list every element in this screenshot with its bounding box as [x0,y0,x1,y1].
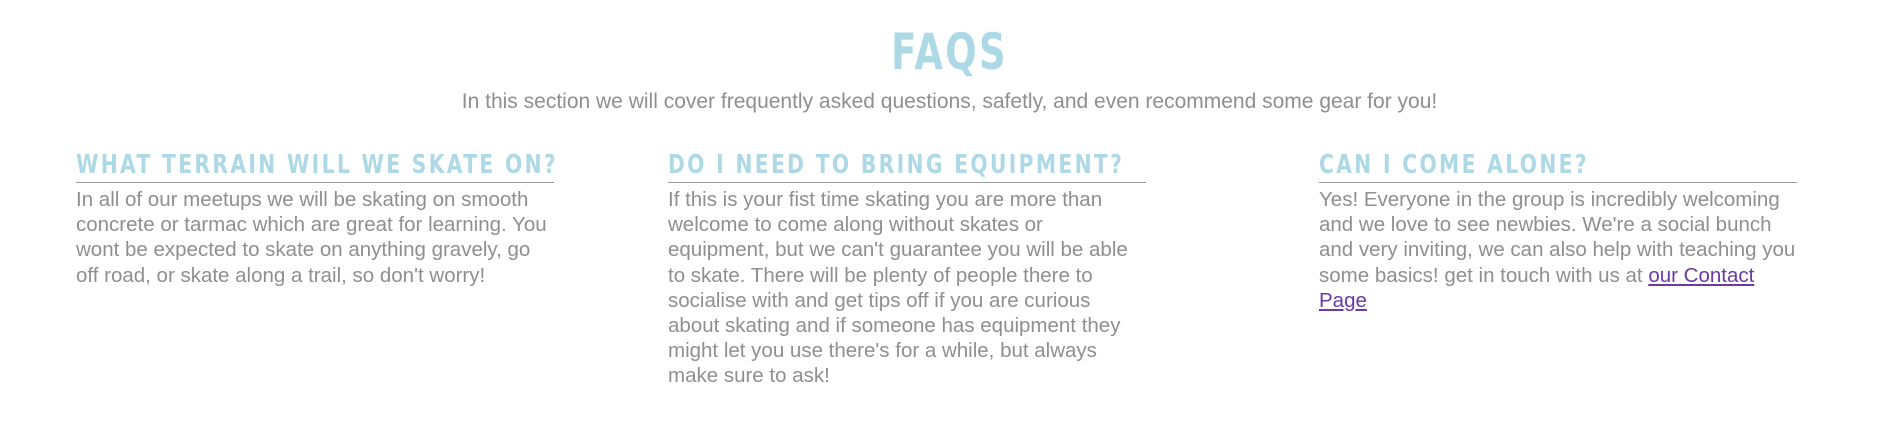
faq-question: CAN I COME ALONE? [1319,149,1797,183]
faq-item-equipment: DO I NEED TO BRING EQUIPMENT? If this is… [668,149,1146,389]
faq-item-terrain: WHAT TERRAIN WILL WE SKATE ON? In all of… [76,149,556,288]
faq-question: WHAT TERRAIN WILL WE SKATE ON? [76,149,556,183]
faqs-title: FAQS [891,23,1008,81]
faq-item-come-alone: CAN I COME ALONE? Yes! Everyone in the g… [1319,149,1797,313]
faq-answer: If this is your fist time skating you ar… [668,188,1128,388]
faq-question-text: DO I NEED TO BRING EQUIPMENT? [668,150,1125,180]
faqs-subtitle: In this section we will cover frequently… [461,90,1438,113]
faq-question-text: CAN I COME ALONE? [1319,150,1589,180]
faq-question-text: WHAT TERRAIN WILL WE SKATE ON? [76,150,559,180]
faq-answer: Yes! Everyone in the group is incredibly… [1319,187,1797,313]
faq-question: DO I NEED TO BRING EQUIPMENT? [668,149,1146,183]
faq-answer: In all of our meetups we will be skating… [76,188,547,287]
